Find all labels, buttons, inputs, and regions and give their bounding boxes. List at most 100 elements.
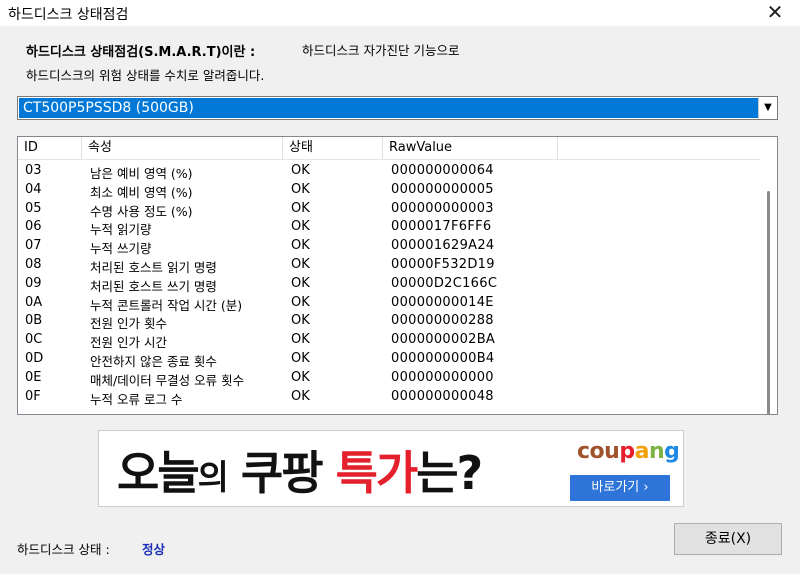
table-row[interactable]: 0F 누적 오류 로그 수 OK 000000000048 — [18, 388, 758, 407]
ad-headline-part: 오늘 — [117, 446, 200, 500]
cell-status: OK — [291, 200, 310, 216]
cell-rawvalue: 0000000002BA — [391, 332, 496, 348]
smart-description: 하드디스크 자가진단 기능으로 — [302, 43, 460, 58]
logo-part: p — [619, 439, 635, 464]
cell-id: 04 — [25, 181, 42, 197]
logo-part: g — [664, 439, 680, 464]
cell-id: 0F — [25, 388, 41, 404]
table-row[interactable]: 03 남은 예비 영역 (%) OK 000000000064 — [18, 162, 758, 181]
exit-button[interactable]: 종료(X) — [674, 523, 782, 555]
cell-status: OK — [291, 350, 310, 366]
table-row[interactable]: 04 최소 예비 영역 (%) OK 000000000005 — [18, 181, 758, 200]
smart-label: 하드디스크 상태점검(S.M.A.R.T)이란 : — [26, 45, 256, 60]
cell-status: OK — [291, 163, 310, 178]
cell-attribute: 처리된 호스트 쓰기 명령 — [90, 278, 217, 294]
cell-status: OK — [291, 219, 310, 235]
drive-select[interactable]: CT500P5PSSD8 (500GB) ▼ — [17, 96, 778, 120]
cell-status: OK — [291, 313, 310, 329]
column-header-attribute[interactable]: 속성 — [82, 137, 283, 159]
cell-id: 09 — [25, 275, 42, 291]
cell-rawvalue: 000000000005 — [391, 181, 494, 197]
smart-description-2: 하드디스크의 위험 상태를 수치로 알려줍니다. — [26, 68, 265, 83]
cell-status: OK — [291, 388, 310, 404]
cell-id: 08 — [25, 256, 42, 272]
cell-rawvalue: 000000000288 — [391, 313, 494, 329]
logo-part: cou — [577, 439, 620, 464]
ad-headline: 오늘의 쿠팡 특가는? — [117, 437, 483, 503]
table-row[interactable]: 0A 누적 콘트롤러 작업 시간 (분) OK 00000000014E — [18, 294, 758, 313]
cell-status: OK — [291, 294, 310, 310]
cell-rawvalue: 0000017F6FF6 — [391, 219, 492, 235]
cell-attribute: 누적 읽기량 — [90, 222, 152, 238]
cell-status: OK — [291, 275, 310, 291]
cell-rawvalue: 000000000064 — [391, 163, 494, 178]
cell-id: 0D — [25, 350, 44, 366]
column-header-id[interactable]: ID — [18, 137, 82, 159]
disk-status-value: 정상 — [142, 542, 166, 557]
table-row[interactable]: 06 누적 읽기량 OK 0000017F6FF6 — [18, 218, 758, 237]
vertical-scrollbar[interactable] — [760, 159, 777, 414]
scrollbar-thumb[interactable] — [767, 191, 770, 414]
coupang-logo: coupang — [577, 439, 680, 464]
cell-attribute: 남은 예비 영역 (%) — [90, 166, 193, 181]
cell-attribute: 전원 인가 시간 — [90, 335, 167, 351]
cell-status: OK — [291, 238, 310, 254]
title-bar: 하드디스크 상태점검 ✕ — [0, 0, 800, 26]
close-icon[interactable]: ✕ — [760, 0, 790, 26]
chevron-down-icon[interactable]: ▼ — [758, 97, 777, 119]
column-header-empty — [558, 137, 777, 159]
cell-attribute: 매체/데이터 무결성 오류 횟수 — [90, 372, 245, 388]
cell-rawvalue: 000000000000 — [391, 369, 494, 385]
cell-attribute: 최소 예비 영역 (%) — [90, 184, 193, 200]
smart-attribute-list[interactable]: ID 속성 상태 RawValue 03 남은 예비 영역 (%) OK 000000… — [17, 136, 778, 415]
cell-attribute: 전원 인가 횟수 — [90, 316, 167, 332]
cell-rawvalue: 000001629A24 — [391, 238, 495, 254]
table-row[interactable]: 05 수명 사용 정도 (%) OK 000000000003 — [18, 200, 758, 219]
window-title: 하드디스크 상태점검 — [8, 7, 129, 23]
table-row[interactable]: 0E 매체/데이터 무결성 오류 횟수 OK 000000000000 — [18, 369, 758, 388]
ad-headline-part: 는? — [416, 446, 483, 500]
cell-attribute: 안전하지 않은 종료 횟수 — [90, 353, 217, 369]
cell-id: 0C — [25, 332, 43, 348]
drive-select-value[interactable]: CT500P5PSSD8 (500GB) — [19, 98, 758, 118]
cell-rawvalue: 00000F532D19 — [391, 256, 495, 272]
logo-part: n — [648, 439, 665, 464]
cell-attribute: 누적 쓰기량 — [90, 241, 152, 257]
ad-headline-part: 의 — [197, 458, 229, 498]
ad-headline-part: 쿠팡 — [226, 446, 336, 500]
cell-attribute: 누적 오류 로그 수 — [90, 391, 183, 407]
cell-id: 05 — [25, 200, 42, 216]
ad-headline-part: 특가 — [335, 446, 419, 500]
ad-go-button[interactable]: 바로가기 › — [570, 475, 670, 501]
cell-attribute: 처리된 호스트 읽기 명령 — [90, 259, 217, 275]
table-row[interactable]: 09 처리된 호스트 쓰기 명령 OK 00000D2C166C — [18, 275, 758, 294]
cell-attribute: 누적 콘트롤러 작업 시간 (분) — [90, 297, 243, 313]
column-header-status[interactable]: 상태 — [283, 137, 383, 159]
cell-rawvalue: 00000D2C166C — [391, 275, 498, 291]
table-row[interactable]: 0D 안전하지 않은 종료 횟수 OK 0000000000B4 — [18, 350, 758, 369]
list-header: ID 속성 상태 RawValue — [18, 137, 777, 160]
cell-rawvalue: 000000000048 — [391, 388, 494, 404]
cell-id: 03 — [25, 163, 42, 178]
cell-rawvalue: 000000000003 — [391, 200, 494, 216]
cell-status: OK — [291, 332, 310, 348]
cell-status: OK — [291, 256, 310, 272]
cell-status: OK — [291, 181, 310, 197]
table-row[interactable]: 08 처리된 호스트 읽기 명령 OK 00000F532D19 — [18, 256, 758, 275]
cell-status: OK — [291, 369, 310, 385]
logo-part: a — [634, 439, 650, 464]
table-row[interactable]: 0C 전원 인가 시간 OK 0000000002BA — [18, 331, 758, 350]
cell-rawvalue: 0000000000B4 — [391, 350, 495, 366]
column-header-rawvalue[interactable]: RawValue — [383, 137, 558, 159]
ad-banner[interactable]: 오늘의 쿠팡 특가는? coupang 바로가기 › — [98, 430, 684, 507]
cell-id: 0E — [25, 369, 42, 385]
cell-id: 0A — [25, 294, 43, 310]
cell-id: 07 — [25, 238, 42, 254]
table-row[interactable]: 07 누적 쓰기량 OK 000001629A24 — [18, 237, 758, 256]
cell-id: 06 — [25, 219, 42, 235]
disk-status-label: 하드디스크 상태 : — [17, 542, 110, 557]
table-row[interactable]: 0B 전원 인가 횟수 OK 000000000288 — [18, 312, 758, 331]
list-rows: 03 남은 예비 영역 (%) OK 000000000064 04 최소 예비 영역 (… — [18, 162, 758, 407]
cell-id: 0B — [25, 313, 43, 329]
cell-rawvalue: 00000000014E — [391, 294, 494, 310]
